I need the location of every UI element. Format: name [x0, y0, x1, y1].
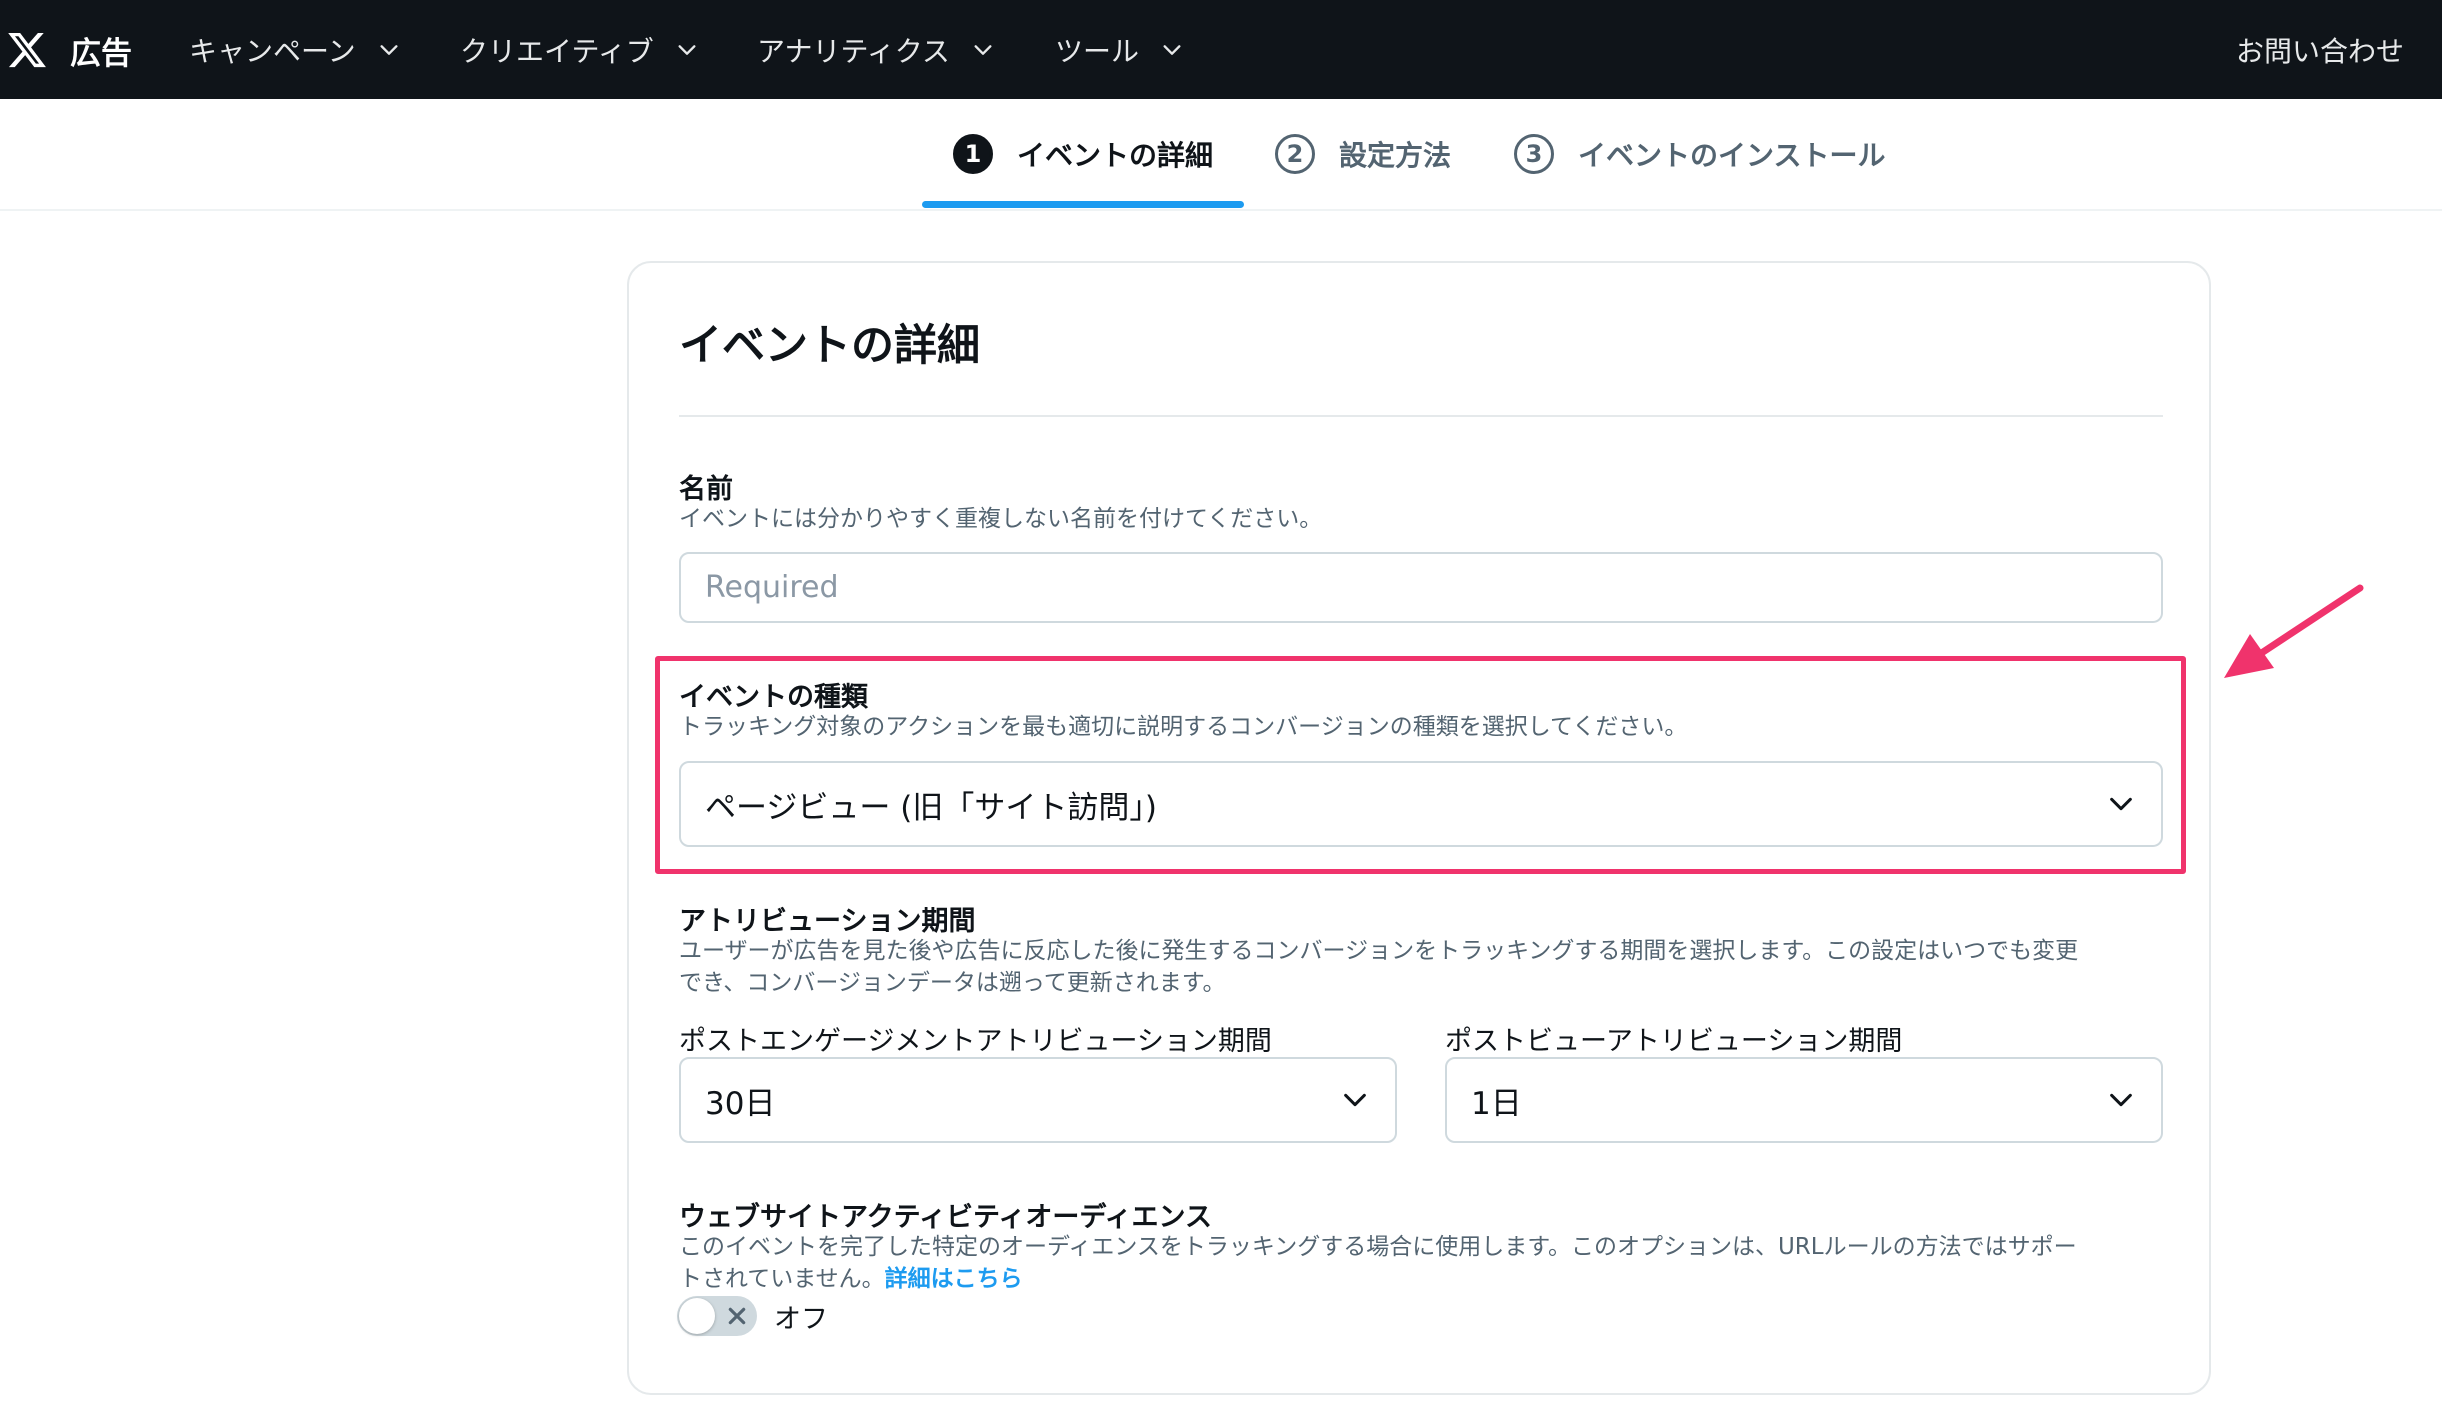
view-window-label: ポストビューアトリビューション期間	[1445, 1026, 1903, 1057]
name-description: イベントには分かりやすく重複しない名前を付けてください。	[679, 506, 1323, 532]
attribution-label: アトリビューション期間	[679, 906, 976, 937]
name-input-placeholder: Required	[705, 570, 839, 605]
close-icon	[728, 1307, 746, 1325]
step-label: イベントのインストール	[1578, 139, 1886, 172]
step-event-details[interactable]: 1 イベントの詳細	[953, 99, 1213, 209]
card-title: イベントの詳細	[679, 321, 980, 371]
toggle-knob	[679, 1298, 715, 1334]
active-step-indicator	[922, 201, 1244, 208]
divider	[679, 415, 2163, 417]
contact-link[interactable]: お問い合わせ	[2236, 20, 2404, 80]
nav-label: キャンペーン	[189, 35, 356, 68]
nav-label: アナリティクス	[757, 35, 950, 68]
engagement-window-select[interactable]: 30日	[679, 1057, 1397, 1143]
audience-description-line1: このイベントを完了した特定のオーディエンスをトラッキングする場合に使用します。こ…	[679, 1234, 2077, 1260]
audience-description-text: トされていません。	[679, 1266, 885, 1292]
step-number: 2	[1275, 134, 1315, 174]
brand[interactable]: 広告	[6, 20, 132, 80]
annotation-arrow-icon	[2224, 584, 2364, 678]
x-logo-icon	[8, 32, 46, 68]
highlight-box	[655, 656, 2186, 874]
stepper: 1 イベントの詳細 2 設定方法 3 イベントのインストール	[0, 99, 2442, 211]
brand-label: 広告	[70, 35, 132, 72]
nav-creatives[interactable]: クリエイティブ	[460, 20, 698, 80]
nav-campaigns[interactable]: キャンペーン	[189, 20, 400, 80]
learn-more-link[interactable]: 詳細はこちら	[885, 1266, 1023, 1292]
audience-label: ウェブサイトアクティビティオーディエンス	[679, 1202, 1212, 1233]
view-window-select[interactable]: 1日	[1445, 1057, 2163, 1143]
step-number: 3	[1514, 134, 1554, 174]
step-number: 1	[953, 134, 993, 174]
audience-toggle[interactable]	[677, 1296, 757, 1336]
toggle-label: オフ	[774, 1303, 828, 1335]
engagement-window-selected: 30日	[705, 1085, 776, 1122]
view-window-selected: 1日	[1471, 1085, 1522, 1122]
nav-label: クリエイティブ	[460, 35, 654, 68]
chevron-down-icon	[380, 45, 398, 55]
step-event-install[interactable]: 3 イベントのインストール	[1514, 99, 1885, 209]
step-label: イベントの詳細	[1017, 139, 1214, 172]
nav-tools[interactable]: ツール	[1055, 20, 1183, 80]
audience-description-line2: トされていません。詳細はこちら	[679, 1263, 1023, 1295]
chevron-down-icon	[2110, 1093, 2132, 1107]
top-navigation-bar: 広告 キャンペーン クリエイティブ アナリティクス ツール お問い合わせ	[0, 0, 2442, 99]
nav-label: ツール	[1055, 35, 1140, 68]
chevron-down-icon	[1344, 1093, 1366, 1107]
chevron-down-icon	[1163, 45, 1181, 55]
name-label: 名前	[679, 474, 733, 505]
nav-analytics[interactable]: アナリティクス	[757, 20, 994, 80]
chevron-down-icon	[974, 45, 992, 55]
chevron-down-icon	[678, 45, 696, 55]
attribution-description-line1: ユーザーが広告を見た後や広告に反応した後に発生するコンバージョンをトラッキングす…	[679, 938, 2079, 964]
step-setup-method[interactable]: 2 設定方法	[1275, 99, 1451, 209]
attribution-description-line2: でき、コンバージョンデータは遡って更新されます。	[679, 970, 1226, 996]
engagement-window-label: ポストエンゲージメントアトリビューション期間	[679, 1026, 1272, 1057]
step-label: 設定方法	[1339, 139, 1452, 172]
name-input[interactable]: Required	[679, 552, 2163, 623]
